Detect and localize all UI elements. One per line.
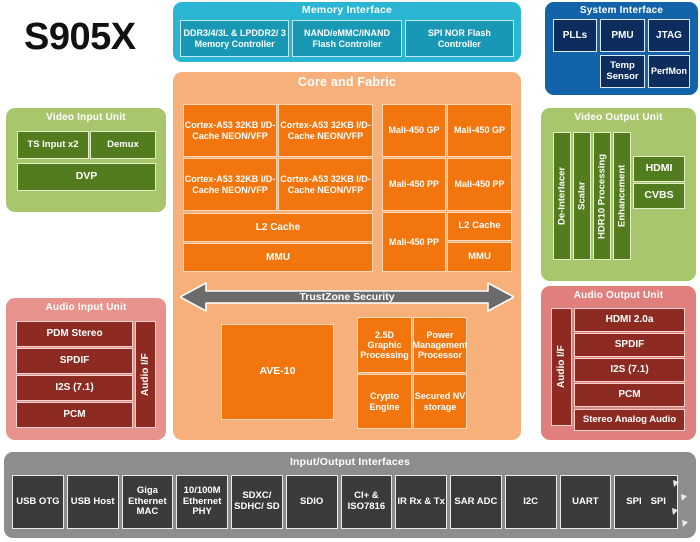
memory-block-ddr: DDR3/4/3L & LPDDR2/ 3 Memory Controller: [180, 20, 290, 57]
io-block-usb-otg: USB OTG: [12, 475, 64, 529]
gpu-l2-cache: L2 Cache: [447, 212, 512, 241]
cpu-core-3: Cortex-A53 32KB I/D-Cache NEON/VFP: [278, 158, 373, 211]
audio-input-pdm-stereo: PDM Stereo: [16, 321, 133, 347]
cpu-l2-cache: L2 Cache: [183, 213, 373, 242]
video-output-unit-title: Video Output Unit: [574, 112, 663, 123]
video-output-unit-panel: Video Output Unit De-Interlacer Scalar H…: [541, 108, 696, 281]
cpu-core-0: Cortex-A53 32KB I/D-Cache NEON/VFP: [183, 104, 277, 157]
crypto-engine-block: Crypto Engine: [357, 374, 412, 429]
memory-interface-title: Memory Interface: [301, 4, 393, 16]
system-interface-panel: System Interface PLLs PMU JTAG Temp Sens…: [545, 2, 698, 95]
video-output-enhancement: Enhancement: [613, 132, 631, 260]
cpu-core-2: Cortex-A53 32KB I/D-Cache NEON/VFP: [183, 158, 277, 211]
trustzone-security-bar: TrustZone Security: [179, 282, 515, 312]
io-block-sdxc-sdhc-sd: SDXC/ SDHC/ SD: [231, 475, 283, 529]
chip-name-title: S905X: [24, 16, 136, 58]
gpu-mmu: MMU: [447, 242, 512, 272]
memory-interface-panel: Memory Interface DDR3/4/3L & LPDDR2/ 3 M…: [173, 2, 521, 62]
audio-output-spdif: SPDIF: [574, 333, 685, 357]
io-block-usb-host: USB Host: [66, 475, 119, 529]
audio-input-pcm: PCM: [16, 402, 133, 428]
audio-input-interface-label: Audio I/F: [135, 321, 156, 428]
core-and-fabric-panel: Core and Fabric Cortex-A53 32KB I/D-Cach…: [173, 72, 521, 440]
audio-output-unit-title: Audio Output Unit: [573, 290, 664, 301]
system-block-temp-sensor: Temp Sensor: [600, 55, 645, 88]
security-and-power-group: 2.5D Graphic Processing Power Management…: [357, 317, 468, 429]
memory-block-spinor: SPI NOR Flash Controller: [404, 20, 514, 57]
gpu-mali-gp-0: Mali-450 GP: [382, 104, 446, 157]
cpu-mmu: MMU: [183, 243, 373, 272]
system-block-perfmon: PerfMon: [648, 55, 690, 88]
audio-output-stereo-analog: Stereo Analog Audio: [574, 409, 685, 431]
gpu-mali-pp-2: Mali-450 PP: [382, 212, 446, 272]
io-interfaces-blocks: USB OTG USB Host Giga Ethernet MAC 10/10…: [12, 475, 678, 529]
audio-output-pcm: PCM: [574, 383, 685, 407]
audio-output-hdmi: HDMI 2.0a: [574, 308, 685, 332]
audio-input-unit-panel: Audio Input Unit PDM Stereo SPDIF I2S (7…: [6, 298, 166, 440]
gpu-cluster: Mali-450 GP Mali-450 GP Mali-450 PP Mali…: [382, 104, 512, 274]
video-input-ts-input: TS Input x2: [17, 131, 89, 159]
trustzone-label: TrustZone Security: [299, 291, 395, 303]
gpu-mali-pp-0: Mali-450 PP: [382, 158, 446, 211]
io-block-spi-b: SPI: [650, 495, 666, 507]
io-block-ethernet-phy: 10/100M Ethernet PHY: [176, 475, 228, 529]
audio-input-spdif: SPDIF: [16, 348, 133, 374]
audio-output-interface-label: Audio I/F: [551, 308, 572, 426]
core-and-fabric-title: Core and Fabric: [297, 75, 397, 89]
video-input-unit-title: Video Input Unit: [46, 112, 126, 123]
audio-output-i2s: I2S (7.1): [574, 358, 685, 382]
memory-interface-blocks: DDR3/4/3L & LPDDR2/ 3 Memory Controller …: [180, 20, 514, 57]
cpu-cluster: Cortex-A53 32KB I/D-Cache NEON/VFP Corte…: [183, 104, 373, 274]
gpu-mali-pp-1: Mali-450 PP: [447, 158, 512, 211]
memory-block-nand: NAND/eMMC/iNAND Flash Controller: [292, 20, 402, 57]
io-block-sdio: SDIO: [285, 475, 338, 529]
io-block-uart: UART: [559, 475, 612, 529]
system-interface-title: System Interface: [579, 5, 664, 16]
system-interface-blocks: PLLs PMU JTAG Temp Sensor PerfMon: [553, 19, 690, 89]
ave-10-block: AVE-10: [221, 324, 334, 420]
io-interfaces-title: Input/Output Interfaces: [289, 456, 411, 468]
audio-input-unit-title: Audio Input Unit: [45, 302, 127, 313]
io-block-sar-adc: SAR ADC: [450, 475, 502, 529]
video-output-hdr10-processing: HDR10 Processing: [593, 132, 611, 260]
power-management-block: Power Management Processor: [413, 317, 468, 373]
io-block-i2c: I2C: [504, 475, 557, 529]
audio-input-i2s: I2S (7.1): [16, 375, 133, 401]
io-block-ci-iso7816: CI+ & ISO7816: [340, 475, 393, 529]
video-input-unit-panel: Video Input Unit TS Input x2 Demux DVP: [6, 108, 166, 212]
system-block-plls: PLLs: [553, 19, 597, 52]
audio-output-unit-panel: Audio Output Unit Audio I/F HDMI 2.0a SP…: [541, 286, 696, 440]
secured-nv-storage-block: Secured NV storage: [413, 374, 467, 429]
video-output-hdmi: HDMI: [633, 156, 685, 182]
video-input-demux: Demux: [90, 131, 156, 159]
video-output-de-interlacer: De-Interlacer: [553, 132, 571, 260]
io-block-spi: SPI SPI: [614, 475, 678, 529]
io-interfaces-panel: Input/Output Interfaces USB OTG USB Host…: [4, 452, 696, 538]
gpu-mali-gp-1: Mali-450 GP: [447, 104, 512, 157]
video-input-dvp: DVP: [17, 163, 156, 191]
video-output-cvbs: CVBS: [633, 183, 685, 209]
io-block-ir-rx-tx: IR Rx & Tx: [395, 475, 447, 529]
video-output-scalar: Scalar: [573, 132, 591, 260]
graphic-processing-block: 2.5D Graphic Processing: [357, 317, 412, 373]
io-block-spi-a: SPI: [626, 495, 642, 507]
system-block-jtag: JTAG: [648, 19, 690, 52]
io-block-giga-ethernet-mac: Giga Ethernet MAC: [121, 475, 174, 529]
cpu-core-1: Cortex-A53 32KB I/D-Cache NEON/VFP: [278, 104, 373, 157]
system-block-pmu: PMU: [600, 19, 645, 52]
